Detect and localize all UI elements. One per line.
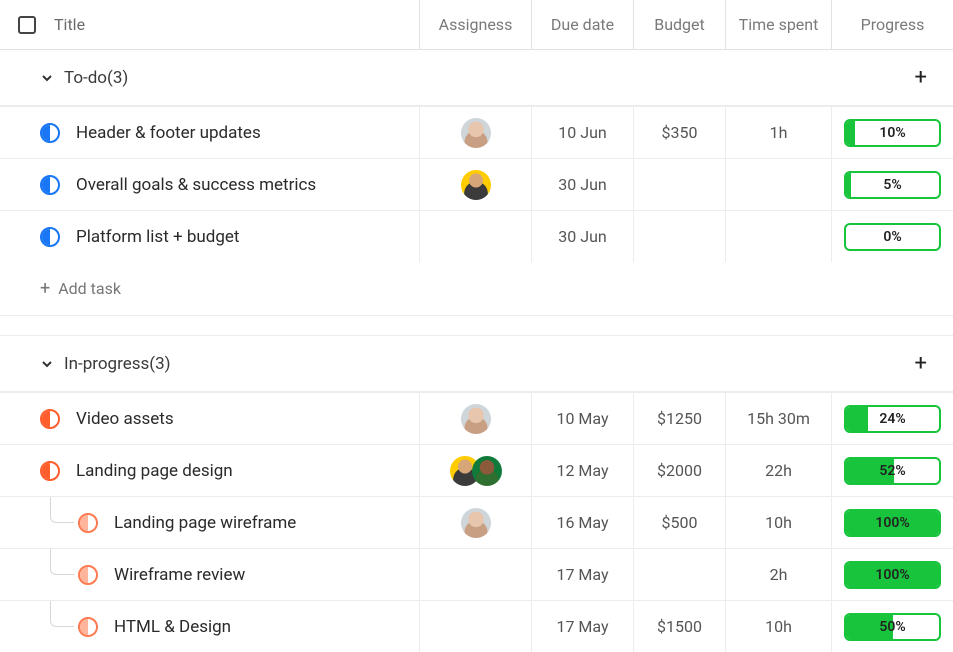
status-icon xyxy=(78,617,98,637)
avatar xyxy=(461,508,491,538)
assignee-cell[interactable] xyxy=(420,392,532,444)
time-spent-cell[interactable]: 2h xyxy=(726,548,832,600)
task-title: Landing page wireframe xyxy=(114,513,296,533)
progress-cell[interactable]: 0% xyxy=(832,210,953,262)
group-header-todo[interactable]: To-do(3) + xyxy=(0,50,953,106)
avatar xyxy=(461,118,491,148)
assignee-cell[interactable] xyxy=(420,158,532,210)
assignee-cell[interactable] xyxy=(420,600,532,652)
task-table: Title Assigness Due date Budget Time spe… xyxy=(0,0,953,652)
progress-cell[interactable]: 100% xyxy=(832,548,953,600)
progress-cell[interactable]: 100% xyxy=(832,496,953,548)
add-task-icon[interactable]: + xyxy=(909,67,933,89)
avatar xyxy=(472,456,502,486)
assignee-cell[interactable] xyxy=(420,496,532,548)
time-spent-cell[interactable] xyxy=(726,158,832,210)
status-icon xyxy=(40,461,60,481)
status-icon xyxy=(40,409,60,429)
group-label: In-progress(3) xyxy=(64,354,171,374)
group-label: To-do(3) xyxy=(64,68,128,88)
header-time-spent: Time spent xyxy=(726,0,832,50)
due-date-cell[interactable]: 10 Jun xyxy=(532,106,634,158)
task-title: Video assets xyxy=(76,409,174,429)
tree-connector xyxy=(50,497,74,523)
progress-cell[interactable]: 5% xyxy=(832,158,953,210)
time-spent-cell[interactable]: 22h xyxy=(726,444,832,496)
status-icon xyxy=(40,123,60,143)
header-budget: Budget xyxy=(634,0,726,50)
header-assignees: Assigness xyxy=(420,0,532,50)
avatar xyxy=(461,170,491,200)
task-title: Header & footer updates xyxy=(76,123,261,143)
assignee-cell[interactable] xyxy=(420,548,532,600)
add-task-icon[interactable]: + xyxy=(909,353,933,375)
header-title-cell: Title xyxy=(0,0,420,50)
time-spent-cell[interactable] xyxy=(726,210,832,262)
due-date-cell[interactable]: 10 May xyxy=(532,392,634,444)
task-title: Landing page design xyxy=(76,461,233,481)
status-icon xyxy=(78,565,98,585)
time-spent-cell[interactable]: 15h 30m xyxy=(726,392,832,444)
chevron-down-icon xyxy=(40,71,54,85)
header-title-label: Title xyxy=(54,15,85,34)
budget-cell[interactable]: $500 xyxy=(634,496,726,548)
status-icon xyxy=(40,175,60,195)
budget-cell[interactable]: $2000 xyxy=(634,444,726,496)
budget-cell[interactable]: $350 xyxy=(634,106,726,158)
progress-cell[interactable]: 52% xyxy=(832,444,953,496)
add-task-button[interactable]: + Add task xyxy=(0,262,953,316)
progress-cell[interactable]: 24% xyxy=(832,392,953,444)
chevron-down-icon xyxy=(40,357,54,371)
task-title: Platform list + budget xyxy=(76,227,239,247)
due-date-cell[interactable]: 17 May xyxy=(532,600,634,652)
progress-cell[interactable]: 10% xyxy=(832,106,953,158)
tree-connector xyxy=(50,601,74,627)
assignee-cell[interactable] xyxy=(420,444,532,496)
due-date-cell[interactable]: 30 Jun xyxy=(532,158,634,210)
time-spent-cell[interactable]: 10h xyxy=(726,600,832,652)
time-spent-cell[interactable]: 10h xyxy=(726,496,832,548)
group-spacer xyxy=(0,316,953,336)
plus-icon: + xyxy=(40,278,50,299)
due-date-cell[interactable]: 30 Jun xyxy=(532,210,634,262)
due-date-cell[interactable]: 17 May xyxy=(532,548,634,600)
progress-cell[interactable]: 50% xyxy=(832,600,953,652)
select-all-checkbox[interactable] xyxy=(18,16,36,34)
budget-cell[interactable] xyxy=(634,210,726,262)
tree-connector xyxy=(50,549,74,575)
due-date-cell[interactable]: 12 May xyxy=(532,444,634,496)
status-icon xyxy=(40,227,60,247)
task-title: Wireframe review xyxy=(114,565,245,585)
assignee-cell[interactable] xyxy=(420,210,532,262)
add-task-label: Add task xyxy=(58,279,121,298)
time-spent-cell[interactable]: 1h xyxy=(726,106,832,158)
group-header-inprogress[interactable]: In-progress(3) + xyxy=(0,336,953,392)
task-title: Overall goals & success metrics xyxy=(76,175,316,195)
budget-cell[interactable] xyxy=(634,548,726,600)
assignee-cell[interactable] xyxy=(420,106,532,158)
avatar xyxy=(461,404,491,434)
status-icon xyxy=(78,513,98,533)
header-progress: Progress xyxy=(832,0,953,50)
header-due-date: Due date xyxy=(532,0,634,50)
budget-cell[interactable] xyxy=(634,158,726,210)
due-date-cell[interactable]: 16 May xyxy=(532,496,634,548)
budget-cell[interactable]: $1500 xyxy=(634,600,726,652)
task-title: HTML & Design xyxy=(114,617,231,637)
budget-cell[interactable]: $1250 xyxy=(634,392,726,444)
